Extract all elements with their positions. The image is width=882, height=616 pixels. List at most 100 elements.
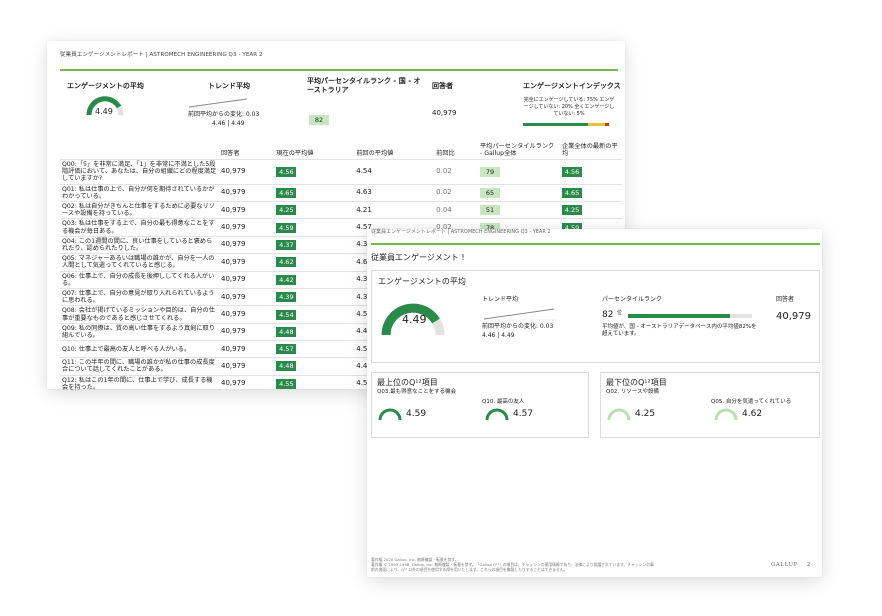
- trend-sparkline: [188, 98, 249, 109]
- respondents-cell: 40,979: [219, 270, 275, 289]
- col-current-avg: 現在の平均値: [276, 150, 314, 157]
- company-avg-cell-badge: 4.25: [562, 205, 582, 216]
- trend-values: 4.46 | 4.49: [482, 332, 515, 339]
- col-respondents: 回答者: [221, 150, 240, 157]
- respondents-value: 40,979: [432, 109, 457, 117]
- col-question: [60, 141, 219, 160]
- current-avg-cell: 4.42: [274, 270, 355, 289]
- diff-cell: 0.04: [434, 201, 478, 219]
- percentile-label: パーセンタイルランク: [602, 296, 663, 303]
- respondents-cell: 40,979: [219, 201, 275, 219]
- current-avg-cell-badge: 4.42: [276, 274, 297, 285]
- respondents-value: 40,979: [776, 311, 811, 322]
- respondents-cell: 40,979: [219, 357, 275, 376]
- respondents-cell: 40,979: [219, 235, 275, 254]
- bottom-item-2-gauge: [714, 408, 738, 421]
- respondents-cell: 40,979: [219, 218, 275, 237]
- avg-label: エンゲージメントの平均: [67, 82, 144, 90]
- rank-label: 平均パーセンタイルランク - 国 - オーストラリア: [307, 77, 421, 94]
- current-avg-cell: 4.37: [274, 235, 355, 254]
- prev-avg-cell: 4.54: [354, 159, 435, 185]
- page-header: 従業員エンゲージメントレポート | ASTROMECH ENGINEERING …: [60, 52, 263, 58]
- respondents-label: 回答者: [432, 82, 453, 90]
- company-avg-cell: 4.25: [560, 201, 622, 219]
- avg-card-title: エンゲージメントの平均: [378, 277, 466, 286]
- company-avg-cell-badge: 4.56: [562, 166, 582, 177]
- current-avg-cell: 4.62: [274, 253, 355, 272]
- current-avg-cell: 4.59: [274, 218, 355, 237]
- current-avg-cell-badge: 4.48: [276, 327, 297, 338]
- percentile-cell-badge: 51: [480, 205, 500, 216]
- top-item-1-gauge: [378, 408, 402, 421]
- percentile-bar-fill: [628, 314, 730, 318]
- current-avg-cell-badge: 4.48: [276, 361, 297, 372]
- company-avg-cell-badge: 4.65: [562, 187, 582, 198]
- percentile-cell: 79: [478, 159, 560, 185]
- current-avg-cell-badge: 4.57: [276, 344, 297, 355]
- current-avg-cell: 4.48: [274, 322, 355, 341]
- question-text: Q01: 私は仕事の上で、自分が何を期待されているかがわかっている。: [60, 183, 219, 202]
- current-avg-cell-badge: 4.25: [276, 205, 297, 216]
- respondents-cell: 40,979: [219, 340, 275, 358]
- current-avg-cell-badge: 4.59: [276, 222, 297, 233]
- question-text: Q03: 私は仕事をする上で、自分の最も得意なことをする機会が毎日ある。: [60, 218, 219, 237]
- respondents-cell: 40,979: [219, 159, 275, 185]
- respondents-cell: 40,979: [219, 288, 275, 306]
- prev-avg-cell: 4.21: [354, 201, 435, 219]
- avg-value: 4.49: [402, 313, 427, 326]
- question-text: Q09: 私の同僚は、質の高い仕事をするよう真剣に取り組んでいる。: [60, 322, 219, 341]
- table-header-row: 回答者 現在の平均値 前回の平均値 前回比 平均パーセンタイルランク - Gal…: [60, 141, 622, 160]
- question-text: Q05: マネジャーあるいは職場の誰かが、自分を一人の人間として気遣ってくれてい…: [60, 253, 219, 272]
- rank-badge: 82: [309, 107, 329, 126]
- trend-change: 前回平均からの変化: 0.03: [482, 323, 554, 330]
- respondents-cell: 40,979: [219, 253, 275, 272]
- bottom-item-2-label: Q05. 自分を気遣ってくれている: [711, 399, 792, 405]
- trend-label: トレンド平均: [482, 296, 519, 303]
- bottom-items-title: 最下位のQ¹²項目: [606, 378, 667, 387]
- gallup-logo: GALLUP: [771, 562, 798, 568]
- table-row: Q01: 私は仕事の上で、自分が何を期待されているかがわかっている。 40,979…: [60, 183, 622, 202]
- percentile-unit: 位: [617, 310, 623, 316]
- index-label: エンゲージメントインデックス: [523, 82, 621, 90]
- current-avg-cell: 4.56: [274, 159, 355, 185]
- respondents-cell: 40,979: [219, 305, 275, 324]
- current-avg-cell: 4.65: [274, 183, 355, 202]
- trend-change: 前回平均からの変化: 0.03: [188, 111, 260, 118]
- question-text: Q10: 仕事上で最高の友人と呼べる人がいる。: [60, 340, 219, 358]
- diff-cell: 0.02: [434, 159, 478, 185]
- bottom-item-2-value: 4.62: [742, 409, 763, 419]
- current-avg-cell-badge: 4.55: [276, 378, 297, 389]
- top-items-title: 最上位のQ¹²項目: [377, 378, 438, 387]
- index-not-engaged-segment: [587, 123, 605, 126]
- current-avg-cell: 4.25: [274, 201, 355, 219]
- col-diff: 前回比: [436, 150, 455, 157]
- current-avg-cell: 4.57: [274, 340, 355, 358]
- top-item-2-value: 4.57: [513, 409, 534, 419]
- percentile-cell: 51: [478, 201, 560, 219]
- index-text: 完全にエンゲージしている: 75% エンゲージしていない: 20% 全くエンゲー…: [523, 97, 615, 117]
- header-rule: [371, 243, 820, 245]
- current-avg-cell-badge: 4.39: [276, 292, 297, 303]
- question-text: Q08: 会社が掲げているミッションや目的は、自分の仕事が重要なものであると感じ…: [60, 305, 219, 324]
- top-item-1-label: Q03.最も得意なことをする機会: [377, 389, 457, 395]
- respondents-cell: 40,979: [219, 374, 275, 393]
- percentile-cell-badge: 65: [480, 187, 500, 198]
- current-avg-cell-badge: 4.54: [276, 309, 297, 320]
- current-avg-cell: 4.55: [274, 374, 355, 393]
- trend-values: 4.46 | 4.49: [212, 120, 245, 127]
- rank-value: 82: [309, 115, 329, 125]
- top-item-2-gauge: [485, 408, 509, 421]
- table-row: Q02: 私は自分がきちんと仕事をするために必要なリソースや設備を持っている。 4…: [60, 201, 622, 219]
- col-company-avg: 企業全体の最新の平均: [562, 143, 618, 157]
- table-row: Q00:「5」を非常に満足、「1」を非常に不満とした5段階評価において、あなたは…: [60, 159, 622, 185]
- page-title: 従業員エンゲージメント !: [371, 253, 465, 262]
- index-bar: [523, 123, 609, 126]
- question-text: Q04: この1週間の間に、良い仕事をしていると褒められたり、認められたりした。: [60, 235, 219, 254]
- average-card: エンゲージメントの平均 4.49 トレンド平均 前回平均からの変化: 0.03 …: [371, 270, 820, 363]
- question-text: Q00:「5」を非常に満足、「1」を非常に不満とした5段階評価において、あなたは…: [60, 159, 219, 185]
- company-avg-cell: 4.65: [560, 183, 622, 202]
- diff-cell: 0.02: [434, 183, 478, 202]
- current-avg-cell-badge: 4.62: [276, 257, 297, 268]
- percentile-cell: 65: [478, 183, 560, 202]
- question-text: Q12: 私はこの1年の間に、仕事上で学び、成長する機会を持った。: [60, 374, 219, 393]
